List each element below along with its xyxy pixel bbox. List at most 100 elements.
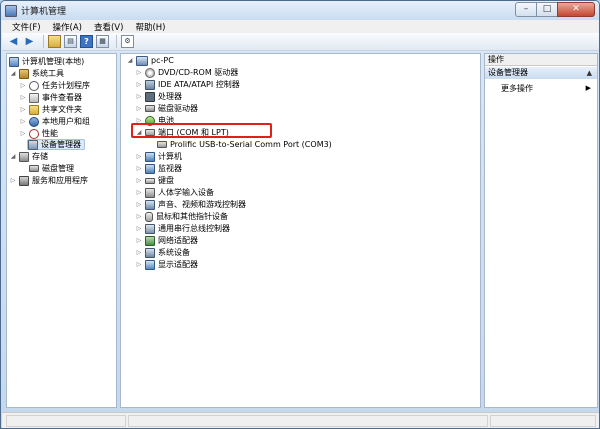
tree-item-shared-folders[interactable]: ▷ 共享文件夹: [19, 104, 82, 115]
collapse-up-icon[interactable]: ▲: [587, 67, 592, 79]
status-segment: [6, 415, 126, 427]
tree-system-tools[interactable]: ◢ 系统工具: [9, 68, 64, 79]
actions-section-device-manager[interactable]: 设备管理器 ▲: [485, 67, 597, 79]
actions-section-label: 设备管理器: [488, 68, 528, 77]
device-category[interactable]: ▷ 显示适配器: [135, 259, 198, 270]
maximize-button[interactable]: □: [536, 2, 558, 17]
tree-storage[interactable]: ◢ 存储: [9, 151, 48, 162]
expand-icon[interactable]: ▷: [135, 235, 143, 246]
tree-item-label: 本地用户和组: [42, 117, 90, 126]
storage-icon: [19, 151, 29, 162]
expand-icon[interactable]: ▷: [135, 151, 143, 162]
device-category[interactable]: ▷ 鼠标和其他指针设备: [135, 211, 228, 222]
device-category-label: 系统设备: [158, 248, 190, 257]
expand-icon[interactable]: ▷: [9, 175, 17, 186]
device-category[interactable]: ▷ 网络适配器: [135, 235, 198, 246]
window-title: 计算机管理: [21, 7, 67, 17]
menu-action[interactable]: 操作(A): [47, 21, 88, 33]
expand-icon[interactable]: ▷: [135, 211, 143, 222]
device-item-serial-port[interactable]: Prolific USB-to-Serial Comm Port (COM3): [157, 139, 332, 150]
device-category-label: 显示适配器: [158, 260, 198, 269]
display-icon: [145, 259, 155, 270]
device-category[interactable]: ▷ 计算机: [135, 151, 182, 162]
status-segment: [128, 415, 488, 427]
collapse-icon[interactable]: ◢: [9, 68, 17, 79]
expand-icon[interactable]: ▷: [135, 259, 143, 270]
device-category[interactable]: ▷ 声音、视频和游戏控制器: [135, 199, 246, 210]
toolbar-separator: [116, 35, 117, 48]
expand-icon[interactable]: ▷: [135, 223, 143, 234]
tree-item-local-users[interactable]: ▷ 本地用户和组: [19, 116, 90, 127]
device-category[interactable]: ▷ 人体学输入设备: [135, 187, 214, 198]
tree-item-performance[interactable]: ▷ 性能: [19, 128, 58, 139]
collapse-icon[interactable]: ◢: [9, 151, 17, 162]
device-tree-root[interactable]: ◢ pc-PC: [126, 55, 174, 66]
device-category-label: 声音、视频和游戏控制器: [158, 200, 246, 209]
device-item-label: Prolific USB-to-Serial Comm Port (COM3): [170, 140, 332, 149]
device-category-label: 通用串行总线控制器: [158, 224, 230, 233]
device-category[interactable]: ▷ IDE ATA/ATAPI 控制器: [135, 79, 240, 90]
show-hide-tree-icon[interactable]: ▤: [64, 35, 77, 48]
expand-icon[interactable]: ▷: [19, 116, 27, 127]
tree-services-apps[interactable]: ▷ 服务和应用程序: [9, 175, 88, 186]
device-category[interactable]: ▷ 磁盘驱动器: [135, 103, 198, 114]
tree-services-apps-label: 服务和应用程序: [32, 176, 88, 185]
back-icon[interactable]: ◀: [7, 35, 20, 48]
disk-management-icon: [29, 165, 39, 172]
expand-icon[interactable]: ▷: [19, 104, 27, 115]
up-folder-icon[interactable]: [48, 35, 61, 48]
forward-icon[interactable]: ▶: [23, 35, 36, 48]
mouse-icon: [145, 211, 153, 222]
show-hidden-icon[interactable]: ⚙: [121, 35, 134, 48]
port-icon: [157, 141, 167, 148]
expand-icon[interactable]: ▷: [135, 79, 143, 90]
usb-icon: [145, 223, 155, 234]
device-category-label: IDE ATA/ATAPI 控制器: [158, 80, 240, 89]
folder-icon: [29, 104, 39, 115]
device-category[interactable]: ▷ 通用串行总线控制器: [135, 223, 230, 234]
tree-storage-label: 存储: [32, 152, 48, 161]
device-category-label: 监视器: [158, 164, 182, 173]
expand-icon[interactable]: ▷: [135, 103, 143, 114]
expand-icon[interactable]: ▷: [135, 91, 143, 102]
tree-system-tools-label: 系统工具: [32, 69, 64, 78]
device-category[interactable]: ▷ 键盘: [135, 175, 174, 186]
expand-icon[interactable]: ▷: [19, 92, 27, 103]
minimize-button[interactable]: –: [515, 2, 537, 17]
expand-icon[interactable]: ▷: [19, 80, 27, 91]
app-icon: [5, 4, 17, 17]
menu-view[interactable]: 查看(V): [88, 21, 129, 33]
expand-icon[interactable]: ▷: [19, 128, 27, 139]
device-category[interactable]: ▷ DVD/CD-ROM 驱动器: [135, 67, 238, 78]
expand-icon[interactable]: ▷: [135, 175, 143, 186]
more-actions-link[interactable]: 更多操作: [501, 83, 533, 94]
device-category[interactable]: ▷ 监视器: [135, 163, 182, 174]
expand-icon[interactable]: ▷: [135, 163, 143, 174]
tree-root-label: 计算机管理(本地): [22, 57, 85, 66]
tree-item-disk-management[interactable]: 磁盘管理: [29, 163, 74, 174]
computer-icon: [145, 151, 155, 162]
device-tree: ◢ pc-PC ▷ DVD/CD-ROM 驱动器 ▷ IDE ATA/ATAPI…: [120, 53, 481, 408]
monitor-icon: [145, 163, 155, 174]
device-category[interactable]: ▷ 系统设备: [135, 247, 190, 258]
submenu-arrow-icon[interactable]: ▶: [586, 83, 591, 94]
expand-icon[interactable]: ▷: [135, 199, 143, 210]
dvd-icon: [145, 67, 155, 78]
properties-icon[interactable]: ▦: [96, 35, 109, 48]
tree-item-device-manager[interactable]: 设备管理器: [27, 139, 85, 150]
tree-root[interactable]: 计算机管理(本地): [9, 56, 84, 67]
users-icon: [29, 116, 39, 127]
expand-icon[interactable]: ▷: [135, 247, 143, 258]
toolbar: ◀ ▶ ▤ ? ▦ ⚙: [2, 33, 599, 51]
device-category[interactable]: ▷ 处理器: [135, 91, 182, 102]
help-icon[interactable]: ?: [80, 35, 93, 48]
expand-icon[interactable]: ▷: [135, 67, 143, 78]
menu-file[interactable]: 文件(F): [6, 21, 47, 33]
tree-item-event-viewer[interactable]: ▷ 事件查看器: [19, 92, 82, 103]
expand-icon[interactable]: ▷: [135, 187, 143, 198]
computer-name: pc-PC: [151, 56, 174, 65]
collapse-icon[interactable]: ◢: [126, 55, 134, 66]
close-button[interactable]: ✕: [557, 2, 595, 17]
menu-help[interactable]: 帮助(H): [129, 21, 171, 33]
tree-item-task-scheduler[interactable]: ▷ 任务计划程序: [19, 80, 90, 91]
